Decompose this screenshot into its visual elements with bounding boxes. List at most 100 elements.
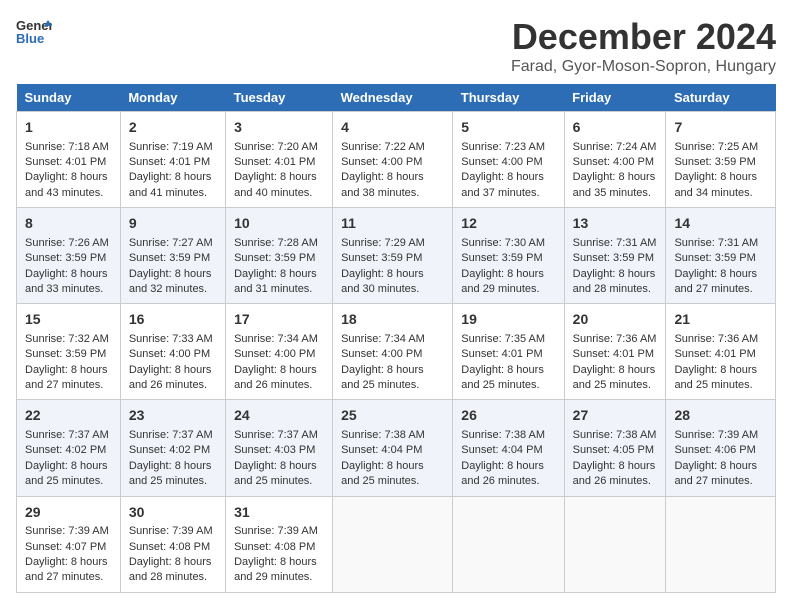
sunset-time: Sunset: 4:01 PM <box>674 348 755 360</box>
table-row: 28 Sunrise: 7:39 AM Sunset: 4:06 PM Dayl… <box>666 400 776 496</box>
sunrise-time: Sunrise: 7:34 AM <box>341 333 425 345</box>
sunset-time: Sunset: 4:01 PM <box>461 348 542 360</box>
sunset-time: Sunset: 4:02 PM <box>25 444 106 456</box>
table-row: 12 Sunrise: 7:30 AM Sunset: 3:59 PM Dayl… <box>453 208 564 304</box>
sunrise-time: Sunrise: 7:38 AM <box>461 429 545 441</box>
sunset-time: Sunset: 4:01 PM <box>129 156 210 168</box>
day-number: 3 <box>234 118 324 138</box>
table-row: 22 Sunrise: 7:37 AM Sunset: 4:02 PM Dayl… <box>17 400 121 496</box>
day-number: 13 <box>573 214 658 234</box>
day-number: 2 <box>129 118 217 138</box>
calendar-body: 1 Sunrise: 7:18 AM Sunset: 4:01 PM Dayli… <box>17 112 776 593</box>
calendar-table: Sunday Monday Tuesday Wednesday Thursday… <box>16 84 776 593</box>
sunset-time: Sunset: 3:59 PM <box>461 252 542 264</box>
sunrise-time: Sunrise: 7:19 AM <box>129 141 213 153</box>
sunrise-time: Sunrise: 7:30 AM <box>461 237 545 249</box>
day-number: 23 <box>129 406 217 426</box>
daylight-hours: Daylight: 8 hours and 41 minutes. <box>129 171 212 198</box>
sunrise-time: Sunrise: 7:36 AM <box>573 333 657 345</box>
sunrise-time: Sunrise: 7:36 AM <box>674 333 758 345</box>
sunset-time: Sunset: 3:59 PM <box>674 252 755 264</box>
sunrise-time: Sunrise: 7:31 AM <box>573 237 657 249</box>
table-row: 9 Sunrise: 7:27 AM Sunset: 3:59 PM Dayli… <box>120 208 225 304</box>
table-row: 20 Sunrise: 7:36 AM Sunset: 4:01 PM Dayl… <box>564 304 666 400</box>
sunset-time: Sunset: 4:04 PM <box>461 444 542 456</box>
day-number: 10 <box>234 214 324 234</box>
table-row: 13 Sunrise: 7:31 AM Sunset: 3:59 PM Dayl… <box>564 208 666 304</box>
table-row: 27 Sunrise: 7:38 AM Sunset: 4:05 PM Dayl… <box>564 400 666 496</box>
calendar-header: Sunday Monday Tuesday Wednesday Thursday… <box>17 84 776 112</box>
table-row: 24 Sunrise: 7:37 AM Sunset: 4:03 PM Dayl… <box>226 400 333 496</box>
day-number: 14 <box>674 214 767 234</box>
daylight-hours: Daylight: 8 hours and 27 minutes. <box>25 556 108 583</box>
col-wednesday: Wednesday <box>333 84 453 112</box>
table-row: 8 Sunrise: 7:26 AM Sunset: 3:59 PM Dayli… <box>17 208 121 304</box>
sunset-time: Sunset: 3:59 PM <box>573 252 654 264</box>
daylight-hours: Daylight: 8 hours and 25 minutes. <box>129 460 212 487</box>
sunset-time: Sunset: 4:05 PM <box>573 444 654 456</box>
day-number: 1 <box>25 118 112 138</box>
col-saturday: Saturday <box>666 84 776 112</box>
daylight-hours: Daylight: 8 hours and 34 minutes. <box>674 171 757 198</box>
sunset-time: Sunset: 4:01 PM <box>234 156 315 168</box>
daylight-hours: Daylight: 8 hours and 26 minutes. <box>573 460 656 487</box>
day-number: 28 <box>674 406 767 426</box>
sunset-time: Sunset: 3:59 PM <box>341 252 422 264</box>
daylight-hours: Daylight: 8 hours and 38 minutes. <box>341 171 424 198</box>
daylight-hours: Daylight: 8 hours and 28 minutes. <box>573 268 656 295</box>
sunset-time: Sunset: 4:07 PM <box>25 541 106 553</box>
daylight-hours: Daylight: 8 hours and 26 minutes. <box>129 364 212 391</box>
sunrise-time: Sunrise: 7:35 AM <box>461 333 545 345</box>
table-row <box>564 496 666 592</box>
sunset-time: Sunset: 4:08 PM <box>129 541 210 553</box>
sunrise-time: Sunrise: 7:32 AM <box>25 333 109 345</box>
sunrise-time: Sunrise: 7:34 AM <box>234 333 318 345</box>
col-tuesday: Tuesday <box>226 84 333 112</box>
sunrise-time: Sunrise: 7:26 AM <box>25 237 109 249</box>
sunrise-time: Sunrise: 7:39 AM <box>674 429 758 441</box>
daylight-hours: Daylight: 8 hours and 25 minutes. <box>461 364 544 391</box>
sunset-time: Sunset: 3:59 PM <box>234 252 315 264</box>
daylight-hours: Daylight: 8 hours and 27 minutes. <box>25 364 108 391</box>
daylight-hours: Daylight: 8 hours and 26 minutes. <box>461 460 544 487</box>
daylight-hours: Daylight: 8 hours and 37 minutes. <box>461 171 544 198</box>
day-number: 29 <box>25 503 112 523</box>
day-number: 20 <box>573 310 658 330</box>
daylight-hours: Daylight: 8 hours and 25 minutes. <box>25 460 108 487</box>
daylight-hours: Daylight: 8 hours and 31 minutes. <box>234 268 317 295</box>
sunset-time: Sunset: 4:04 PM <box>341 444 422 456</box>
daylight-hours: Daylight: 8 hours and 29 minutes. <box>234 556 317 583</box>
daylight-hours: Daylight: 8 hours and 30 minutes. <box>341 268 424 295</box>
day-number: 17 <box>234 310 324 330</box>
table-row: 11 Sunrise: 7:29 AM Sunset: 3:59 PM Dayl… <box>333 208 453 304</box>
day-number: 12 <box>461 214 555 234</box>
sunrise-time: Sunrise: 7:38 AM <box>573 429 657 441</box>
sunrise-time: Sunrise: 7:18 AM <box>25 141 109 153</box>
day-number: 24 <box>234 406 324 426</box>
table-row <box>666 496 776 592</box>
page-header: General Blue December 2024 Farad, Gyor-M… <box>16 16 776 76</box>
sunrise-time: Sunrise: 7:39 AM <box>25 525 109 537</box>
day-number: 21 <box>674 310 767 330</box>
table-row: 30 Sunrise: 7:39 AM Sunset: 4:08 PM Dayl… <box>120 496 225 592</box>
sunrise-time: Sunrise: 7:29 AM <box>341 237 425 249</box>
table-row <box>453 496 564 592</box>
day-number: 6 <box>573 118 658 138</box>
sunrise-time: Sunrise: 7:37 AM <box>25 429 109 441</box>
sunset-time: Sunset: 4:02 PM <box>129 444 210 456</box>
daylight-hours: Daylight: 8 hours and 27 minutes. <box>674 460 757 487</box>
table-row <box>333 496 453 592</box>
page-title: December 2024 <box>511 16 776 58</box>
table-row: 6 Sunrise: 7:24 AM Sunset: 4:00 PM Dayli… <box>564 112 666 208</box>
sunrise-time: Sunrise: 7:38 AM <box>341 429 425 441</box>
day-number: 27 <box>573 406 658 426</box>
daylight-hours: Daylight: 8 hours and 25 minutes. <box>573 364 656 391</box>
daylight-hours: Daylight: 8 hours and 33 minutes. <box>25 268 108 295</box>
sunset-time: Sunset: 4:01 PM <box>25 156 106 168</box>
col-monday: Monday <box>120 84 225 112</box>
logo: General Blue <box>16 16 52 46</box>
table-row: 21 Sunrise: 7:36 AM Sunset: 4:01 PM Dayl… <box>666 304 776 400</box>
table-row: 10 Sunrise: 7:28 AM Sunset: 3:59 PM Dayl… <box>226 208 333 304</box>
page-subtitle: Farad, Gyor-Moson-Sopron, Hungary <box>511 58 776 76</box>
sunset-time: Sunset: 3:59 PM <box>25 348 106 360</box>
